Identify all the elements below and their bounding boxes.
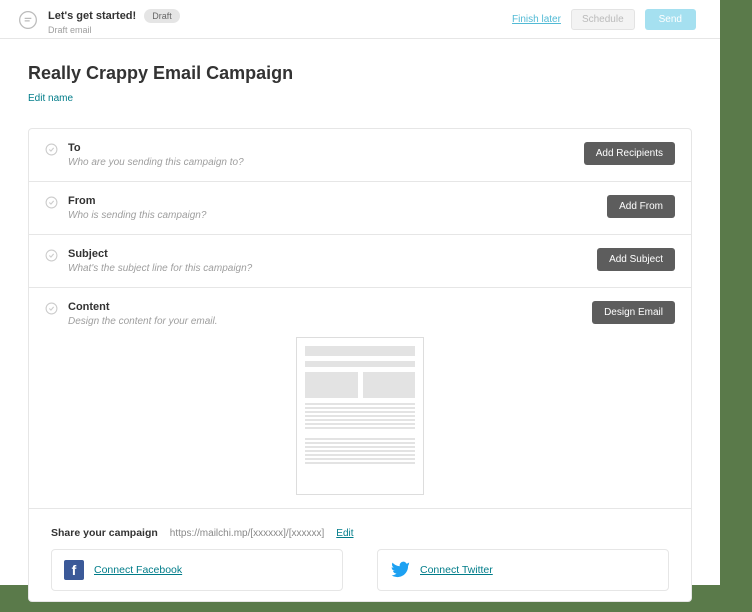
share-edit-link[interactable]: Edit xyxy=(336,528,353,539)
section-content: Content Design the content for your emai… xyxy=(29,288,691,509)
campaign-title: Really Crappy Email Campaign xyxy=(28,63,692,84)
section-content-title: Content xyxy=(68,301,592,313)
share-line: Share your campaign https://mailchi.mp/[… xyxy=(51,527,669,539)
section-from-help: Who is sending this campaign? xyxy=(68,210,607,221)
add-subject-button[interactable]: Add Subject xyxy=(597,248,675,271)
section-subject-help: What's the subject line for this campaig… xyxy=(68,263,597,274)
connect-twitter-link: Connect Twitter xyxy=(420,564,493,576)
top-bar: Let's get started! Draft Draft email Fin… xyxy=(0,0,720,39)
header-title: Let's get started! xyxy=(48,10,136,22)
facebook-icon: f xyxy=(64,560,84,580)
check-icon xyxy=(45,302,58,315)
finish-later-link[interactable]: Finish later xyxy=(512,14,561,25)
header-subtitle: Draft email xyxy=(48,25,180,35)
schedule-button[interactable]: Schedule xyxy=(571,9,635,30)
add-from-button[interactable]: Add From xyxy=(607,195,675,218)
section-from-title: From xyxy=(68,195,607,207)
section-to: To Who are you sending this campaign to?… xyxy=(29,129,691,182)
design-email-button[interactable]: Design Email xyxy=(592,301,675,324)
share-area: Share your campaign https://mailchi.mp/[… xyxy=(29,509,691,601)
check-icon xyxy=(45,249,58,262)
section-from: From Who is sending this campaign? Add F… xyxy=(29,182,691,235)
share-label: Share your campaign xyxy=(51,527,158,539)
section-to-title: To xyxy=(68,142,584,154)
sections-list: To Who are you sending this campaign to?… xyxy=(28,128,692,602)
section-subject-title: Subject xyxy=(68,248,597,260)
section-subject: Subject What's the subject line for this… xyxy=(29,235,691,288)
share-url: https://mailchi.mp/[xxxxxx]/[xxxxxx] xyxy=(170,528,324,539)
draft-icon xyxy=(18,10,38,30)
email-preview-wrap xyxy=(45,337,675,495)
check-icon xyxy=(45,143,58,156)
header-right: Finish later Schedule Send xyxy=(512,9,696,30)
header-left: Let's get started! Draft Draft email xyxy=(12,9,180,35)
send-button[interactable]: Send xyxy=(645,9,696,30)
section-content-help: Design the content for your email. xyxy=(68,316,592,327)
section-to-help: Who are you sending this campaign to? xyxy=(68,157,584,168)
twitter-icon xyxy=(390,560,410,580)
content-area: Really Crappy Email Campaign Edit name T… xyxy=(0,39,720,612)
header-texts: Let's get started! Draft Draft email xyxy=(48,9,180,35)
connect-facebook-link: Connect Facebook xyxy=(94,564,182,576)
draft-badge: Draft xyxy=(144,9,180,23)
add-recipients-button[interactable]: Add Recipients xyxy=(584,142,675,165)
edit-name-link[interactable]: Edit name xyxy=(28,93,73,104)
email-preview-placeholder[interactable] xyxy=(296,337,424,495)
check-icon xyxy=(45,196,58,209)
